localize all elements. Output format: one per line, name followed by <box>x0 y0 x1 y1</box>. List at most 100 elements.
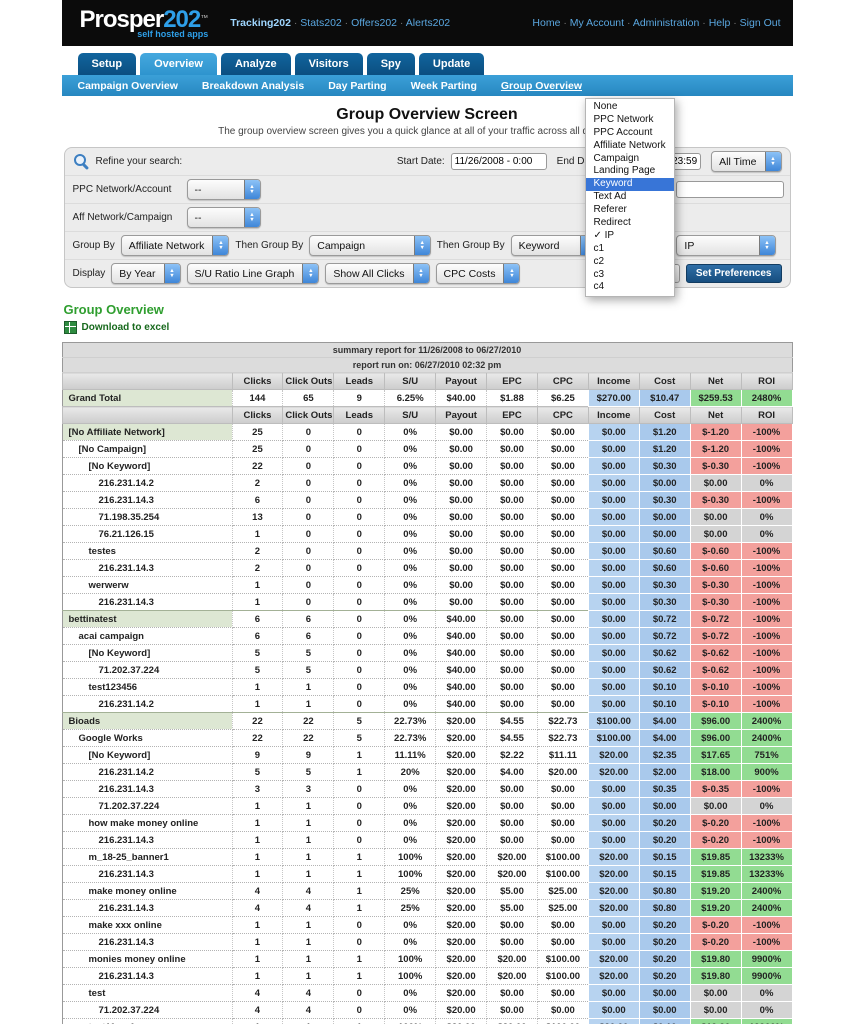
set-preferences-button[interactable]: Set Preferences <box>686 264 782 283</box>
cell-payout: $40.00 <box>436 390 487 407</box>
tab-analyze[interactable]: Analyze <box>221 53 291 75</box>
cell-cpc: $0.00 <box>537 475 588 492</box>
cell-cpc: $20.00 <box>537 764 588 781</box>
nav-home[interactable]: Home <box>532 17 560 29</box>
cell-roi: 0% <box>741 798 792 815</box>
menu-item-text-ad[interactable]: Text Ad <box>586 191 674 204</box>
subnav-day-parting[interactable]: Day Parting <box>328 80 386 92</box>
refine-search-panel: Refine your search: Start Date: End Date… <box>64 147 791 288</box>
cell-cpc: $100.00 <box>537 951 588 968</box>
table-row: 216.231.14.255120%$20.00$4.00$20.00$20.0… <box>62 764 792 781</box>
cell-click-outs: 0 <box>283 560 334 577</box>
nav-stats202[interactable]: Stats202 <box>291 17 342 29</box>
search-row-display: Display By Year S/U Ratio Line Graph Sho… <box>65 259 790 287</box>
cell-leads: 0 <box>334 628 385 645</box>
select-arrows-icon <box>414 236 430 255</box>
graph-type-value: S/U Ratio Line Graph <box>188 268 303 280</box>
subnav-week-parting[interactable]: Week Parting <box>411 80 477 92</box>
cell-net: $96.00 <box>690 730 741 747</box>
tab-overview[interactable]: Overview <box>140 53 217 75</box>
cell-net: $19.85 <box>690 866 741 883</box>
tab-spy[interactable]: Spy <box>367 53 415 75</box>
table-row: 71.198.35.25413000%$0.00$0.00$0.00$0.00$… <box>62 509 792 526</box>
aff-network-select[interactable]: -- <box>187 207 261 228</box>
cell-epc: $0.00 <box>487 594 538 611</box>
keyword-filter-input[interactable] <box>676 181 784 198</box>
cell-click-outs: 1 <box>283 832 334 849</box>
cell-cpc: $0.00 <box>537 815 588 832</box>
display-period-select[interactable]: By Year <box>111 263 180 284</box>
cell-income: $20.00 <box>588 849 639 866</box>
subnav-group-overview[interactable]: Group Overview <box>501 80 582 92</box>
table-row: 216.231.14.31100%$20.00$0.00$0.00$0.00$0… <box>62 832 792 849</box>
cell-roi: -100% <box>741 815 792 832</box>
cell-cpc: $6.25 <box>537 390 588 407</box>
menu-item-ip[interactable]: ✓ IP <box>586 230 674 243</box>
row-label: 76.21.126.15 <box>62 526 232 543</box>
cell-cost: $0.10 <box>639 1019 690 1024</box>
menu-item-c3[interactable]: c3 <box>586 269 674 282</box>
date-preset-select[interactable]: All Time <box>711 151 781 172</box>
column-header: Leads <box>334 373 385 390</box>
tab-update[interactable]: Update <box>419 53 484 75</box>
nav-offers202[interactable]: Offers202 <box>342 17 397 29</box>
cell-cpc: $0.00 <box>537 917 588 934</box>
cell-payout: $40.00 <box>436 696 487 713</box>
column-header: Clicks <box>232 407 283 424</box>
cell-clicks: 1 <box>232 815 283 832</box>
cell-epc: $20.00 <box>487 849 538 866</box>
cell-leads: 0 <box>334 560 385 577</box>
menu-item-campaign[interactable]: Campaign <box>586 153 674 166</box>
subnav-campaign-overview[interactable]: Campaign Overview <box>78 80 178 92</box>
column-header: Cost <box>639 373 690 390</box>
cell-clicks: 1 <box>232 577 283 594</box>
group-by-select[interactable]: Affiliate Network <box>121 235 230 256</box>
nav-help[interactable]: Help <box>699 17 730 29</box>
menu-item-keyword[interactable]: Keyword <box>586 178 674 191</box>
column-header: Leads <box>334 407 385 424</box>
nav-my-account[interactable]: My Account <box>560 17 624 29</box>
graph-type-select[interactable]: S/U Ratio Line Graph <box>187 263 320 284</box>
ppc-network-select[interactable]: -- <box>187 179 261 200</box>
costs-type-select[interactable]: CPC Costs <box>436 263 521 284</box>
menu-item-c2[interactable]: c2 <box>586 256 674 269</box>
menu-item-c1[interactable]: c1 <box>586 243 674 256</box>
tab-visitors[interactable]: Visitors <box>295 53 363 75</box>
nav-alerts202[interactable]: Alerts202 <box>397 17 450 29</box>
clicks-filter-select[interactable]: Show All Clicks <box>325 263 429 284</box>
nav-tracking202[interactable]: Tracking202 <box>230 17 291 29</box>
cell-clicks: 22 <box>232 713 283 730</box>
cell-s-u: 0% <box>385 798 436 815</box>
then-group-by-1-select[interactable]: Campaign <box>309 235 431 256</box>
menu-item-landing-page[interactable]: Landing Page <box>586 165 674 178</box>
cell-cpc: $0.00 <box>537 458 588 475</box>
nav-sign-out[interactable]: Sign Out <box>730 17 780 29</box>
menu-item-affiliate-network[interactable]: Affiliate Network <box>586 140 674 153</box>
then-group-by-3-select[interactable]: IP <box>676 235 775 256</box>
subnav-breakdown-analysis[interactable]: Breakdown Analysis <box>202 80 304 92</box>
download-excel-link[interactable]: Download to excel <box>82 322 170 333</box>
cell-epc: $20.00 <box>487 968 538 985</box>
cell-s-u: 0% <box>385 509 436 526</box>
cell-leads: 0 <box>334 815 385 832</box>
cell-leads: 0 <box>334 424 385 441</box>
cell-cpc: $100.00 <box>537 866 588 883</box>
cell-epc: $0.00 <box>487 934 538 951</box>
menu-item-referer[interactable]: Referer <box>586 204 674 217</box>
cell-net: $-0.60 <box>690 560 741 577</box>
cell-leads: 1 <box>334 1019 385 1024</box>
cell-income: $20.00 <box>588 951 639 968</box>
menu-item-ppc-network[interactable]: PPC Network <box>586 114 674 127</box>
sub-nav: Campaign Overview Breakdown Analysis Day… <box>62 75 793 96</box>
tab-setup[interactable]: Setup <box>78 53 137 75</box>
cell-income: $0.00 <box>588 492 639 509</box>
cell-s-u: 0% <box>385 1002 436 1019</box>
nav-administration[interactable]: Administration <box>624 17 699 29</box>
menu-item-ppc-account[interactable]: PPC Account <box>586 127 674 140</box>
menu-item-redirect[interactable]: Redirect <box>586 217 674 230</box>
start-date-input[interactable] <box>451 153 547 170</box>
menu-item-c4[interactable]: c4 <box>586 281 674 294</box>
cell-income: $20.00 <box>588 764 639 781</box>
cell-cost: $0.30 <box>639 458 690 475</box>
menu-item-none[interactable]: None <box>586 101 674 114</box>
